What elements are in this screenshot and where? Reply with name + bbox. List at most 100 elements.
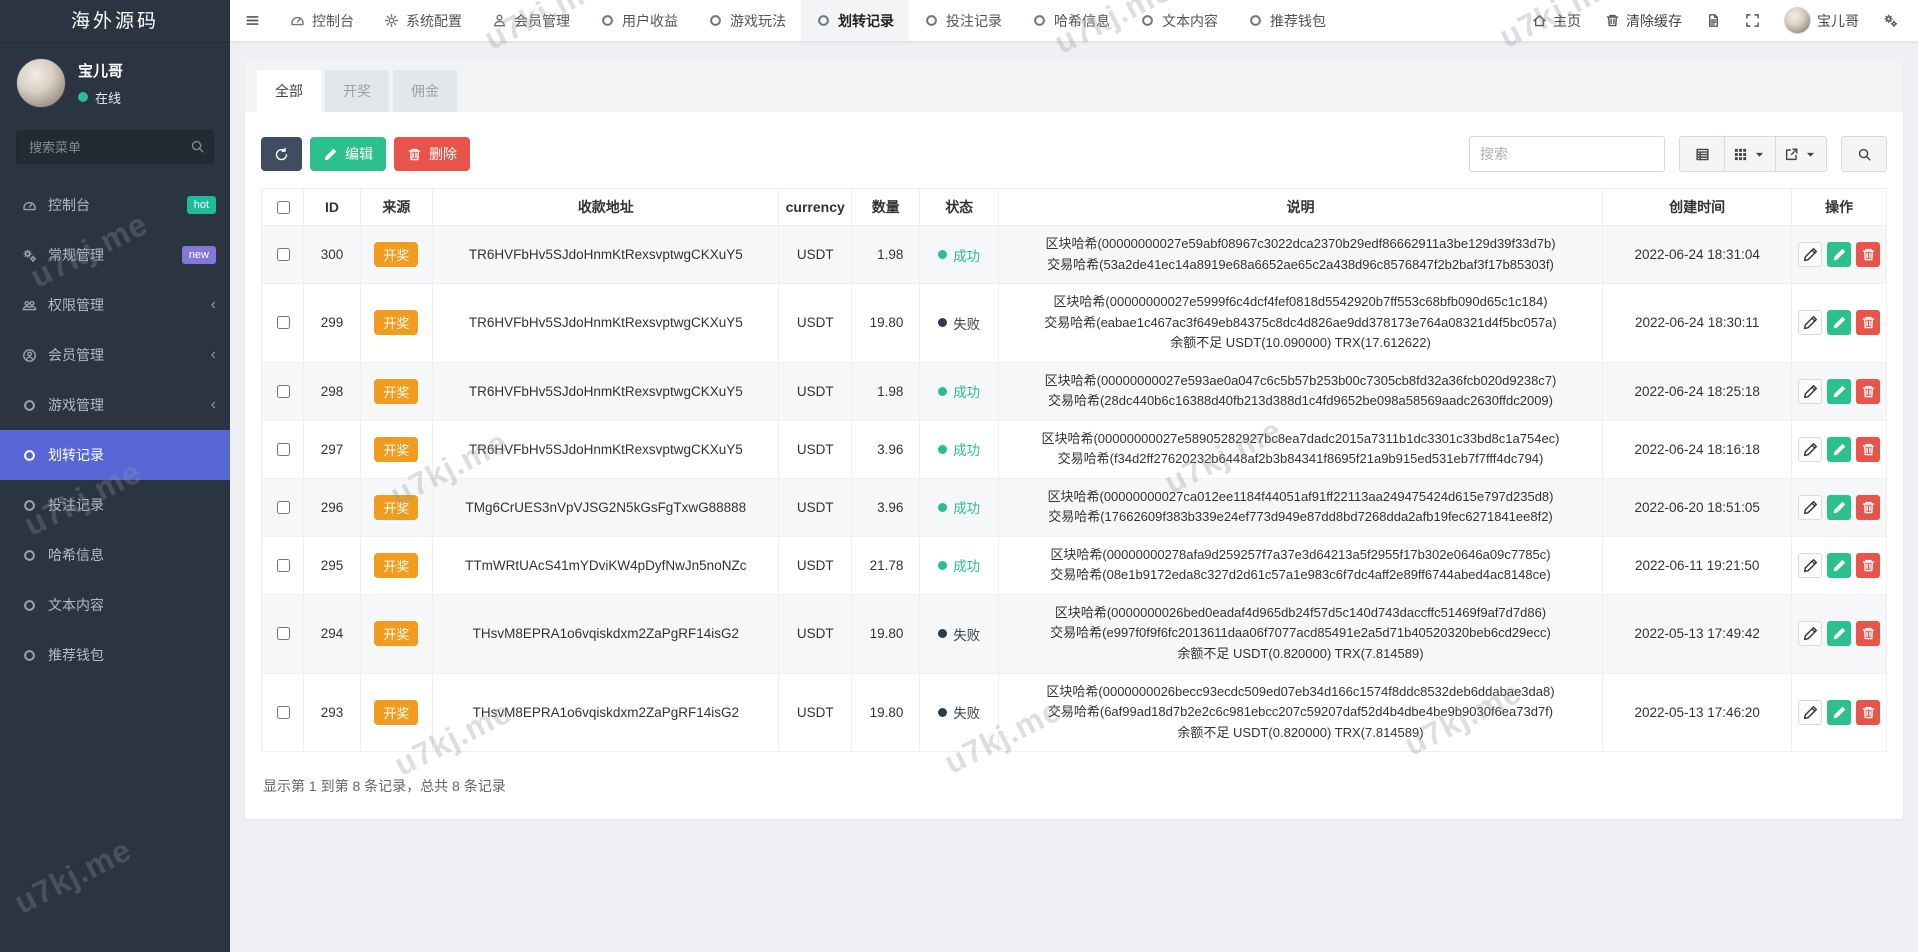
- sidebar-item-label: 常规管理: [48, 245, 104, 265]
- row-delete-button[interactable]: [1856, 437, 1880, 462]
- row-edit-button[interactable]: [1827, 553, 1851, 578]
- search-button[interactable]: [1841, 136, 1887, 172]
- row-checkbox[interactable]: [277, 501, 290, 514]
- row-checkbox[interactable]: [277, 248, 290, 261]
- source-badge: 开奖: [374, 437, 418, 462]
- cell-description: 区块哈希(00000000027e593ae0a047c6c5b57b253b0…: [998, 362, 1602, 420]
- description-line: 交易哈希(eabae1c467ac3f649eb84375c8dc4d826ae…: [1005, 313, 1596, 334]
- row-quick-edit-button[interactable]: [1798, 495, 1822, 520]
- cell-amount: 3.96: [851, 478, 919, 536]
- menu-icon[interactable]: [230, 0, 275, 41]
- cell-created-at: 2022-06-20 18:51:05: [1603, 478, 1792, 536]
- description-line: 交易哈希(e997f0f9f6fc2013611daa06f7077acd854…: [1005, 623, 1596, 644]
- cell-actions: [1792, 420, 1887, 478]
- pagination-toggle-button[interactable]: [1679, 136, 1725, 172]
- row-delete-button[interactable]: [1856, 310, 1880, 335]
- table-search-input[interactable]: [1469, 136, 1665, 172]
- sidebar-item-9[interactable]: 文本内容: [0, 580, 230, 630]
- row-edit-button[interactable]: [1827, 437, 1851, 462]
- columns-dropdown-button[interactable]: [1725, 136, 1776, 172]
- sidebar-item-4[interactable]: 会员管理‹: [0, 330, 230, 380]
- topnav-item-6[interactable]: 划转记录: [801, 0, 909, 41]
- document-button[interactable]: [1694, 0, 1733, 41]
- row-quick-edit-button[interactable]: [1798, 553, 1822, 578]
- row-delete-button[interactable]: [1856, 621, 1880, 646]
- row-checkbox[interactable]: [277, 443, 290, 456]
- row-quick-edit-button[interactable]: [1798, 700, 1822, 725]
- row-edit-button[interactable]: [1827, 379, 1851, 404]
- cell-status: 成功: [920, 478, 999, 536]
- row-checkbox[interactable]: [277, 706, 290, 719]
- edit-button[interactable]: 编辑: [310, 137, 386, 171]
- topnav-item-3[interactable]: 会员管理: [477, 0, 585, 41]
- home-link[interactable]: 主页: [1520, 0, 1593, 41]
- row-edit-button[interactable]: [1827, 495, 1851, 520]
- topnav-item-5[interactable]: 游戏玩法: [693, 0, 801, 41]
- export-dropdown-button[interactable]: [1776, 136, 1827, 172]
- status-dot-icon: [938, 387, 947, 396]
- page-content: 全部开奖佣金 编辑 删除: [230, 41, 1918, 952]
- select-all-checkbox[interactable]: [277, 201, 290, 214]
- row-edit-button[interactable]: [1827, 310, 1851, 335]
- sidebar-item-3[interactable]: 权限管理‹: [0, 280, 230, 330]
- row-edit-button[interactable]: [1827, 621, 1851, 646]
- dashboard-icon: [22, 198, 37, 213]
- sidebar-item-2[interactable]: 常规管理new: [0, 230, 230, 280]
- topnav-item-4[interactable]: 用户收益: [585, 0, 693, 41]
- topnav-item-7[interactable]: 投注记录: [909, 0, 1017, 41]
- pencil-icon: [1832, 442, 1847, 457]
- description-line: 交易哈希(6af99ad18d7b2e2c6c981ebcc207c59207d…: [1005, 702, 1596, 723]
- topnav-item-2[interactable]: 系统配置: [369, 0, 477, 41]
- edit-button-label: 编辑: [345, 144, 373, 164]
- row-quick-edit-button[interactable]: [1798, 437, 1822, 462]
- sidebar-item-7[interactable]: 投注记录: [0, 480, 230, 530]
- settings-button[interactable]: [1871, 0, 1910, 41]
- row-delete-button[interactable]: [1856, 242, 1880, 267]
- sidebar-item-8[interactable]: 哈希信息: [0, 530, 230, 580]
- clear-cache-link[interactable]: 清除缓存: [1593, 0, 1694, 41]
- row-delete-button[interactable]: [1856, 379, 1880, 404]
- cell-description: 区块哈希(00000000027e59abf08967c3022dca2370b…: [998, 226, 1602, 284]
- sidebar-item-6[interactable]: 划转记录: [0, 430, 230, 480]
- row-quick-edit-button[interactable]: [1798, 242, 1822, 267]
- topnav-item-1[interactable]: 控制台: [275, 0, 369, 41]
- sidebar-item-label: 控制台: [48, 195, 90, 215]
- row-delete-button[interactable]: [1856, 553, 1880, 578]
- tab-3[interactable]: 佣金: [393, 70, 457, 112]
- circle-o-icon: [22, 548, 37, 563]
- cell-description: 区块哈希(0000000026bed0eadaf4d965db24f57d5c1…: [998, 594, 1602, 673]
- account-menu[interactable]: 宝儿哥: [1772, 0, 1871, 41]
- refresh-button[interactable]: [261, 137, 302, 171]
- row-edit-button[interactable]: [1827, 700, 1851, 725]
- row-delete-button[interactable]: [1856, 495, 1880, 520]
- tab-strip: 全部开奖佣金: [245, 59, 1903, 112]
- cell-currency: USDT: [779, 594, 851, 673]
- row-checkbox[interactable]: [277, 385, 290, 398]
- row-checkbox[interactable]: [277, 627, 290, 640]
- table-row: 298开奖TR6HVFbHv5SJdoHnmKtRexsvptwgCKXuY5U…: [262, 362, 1887, 420]
- description-line: 交易哈希(08e1b9172eda8c327d2d61c57a1e983c6f7…: [1005, 565, 1596, 586]
- row-checkbox[interactable]: [277, 559, 290, 572]
- delete-button[interactable]: 删除: [394, 137, 470, 171]
- cell-address: TR6HVFbHv5SJdoHnmKtRexsvptwgCKXuY5: [433, 226, 779, 284]
- sidebar-item-1[interactable]: 控制台hot: [0, 180, 230, 230]
- row-quick-edit-button[interactable]: [1798, 310, 1822, 335]
- row-quick-edit-button[interactable]: [1798, 379, 1822, 404]
- sidebar-item-5[interactable]: 游戏管理‹: [0, 380, 230, 430]
- status-label: 失败: [953, 702, 980, 722]
- fullscreen-button[interactable]: [1733, 0, 1772, 41]
- search-icon[interactable]: [190, 139, 205, 154]
- cell-address: TR6HVFbHv5SJdoHnmKtRexsvptwgCKXuY5: [433, 420, 779, 478]
- sidebar-search: [16, 130, 214, 164]
- row-checkbox[interactable]: [277, 316, 290, 329]
- sidebar-item-10[interactable]: 推荐钱包: [0, 630, 230, 680]
- topnav-item-8[interactable]: 哈希信息: [1017, 0, 1125, 41]
- row-quick-edit-button[interactable]: [1798, 621, 1822, 646]
- tab-1[interactable]: 全部: [257, 70, 321, 112]
- topnav-item-10[interactable]: 推荐钱包: [1233, 0, 1341, 41]
- sidebar-search-input[interactable]: [16, 130, 214, 164]
- row-edit-button[interactable]: [1827, 242, 1851, 267]
- row-delete-button[interactable]: [1856, 700, 1880, 725]
- topnav-item-9[interactable]: 文本内容: [1125, 0, 1233, 41]
- tab-2[interactable]: 开奖: [325, 70, 389, 112]
